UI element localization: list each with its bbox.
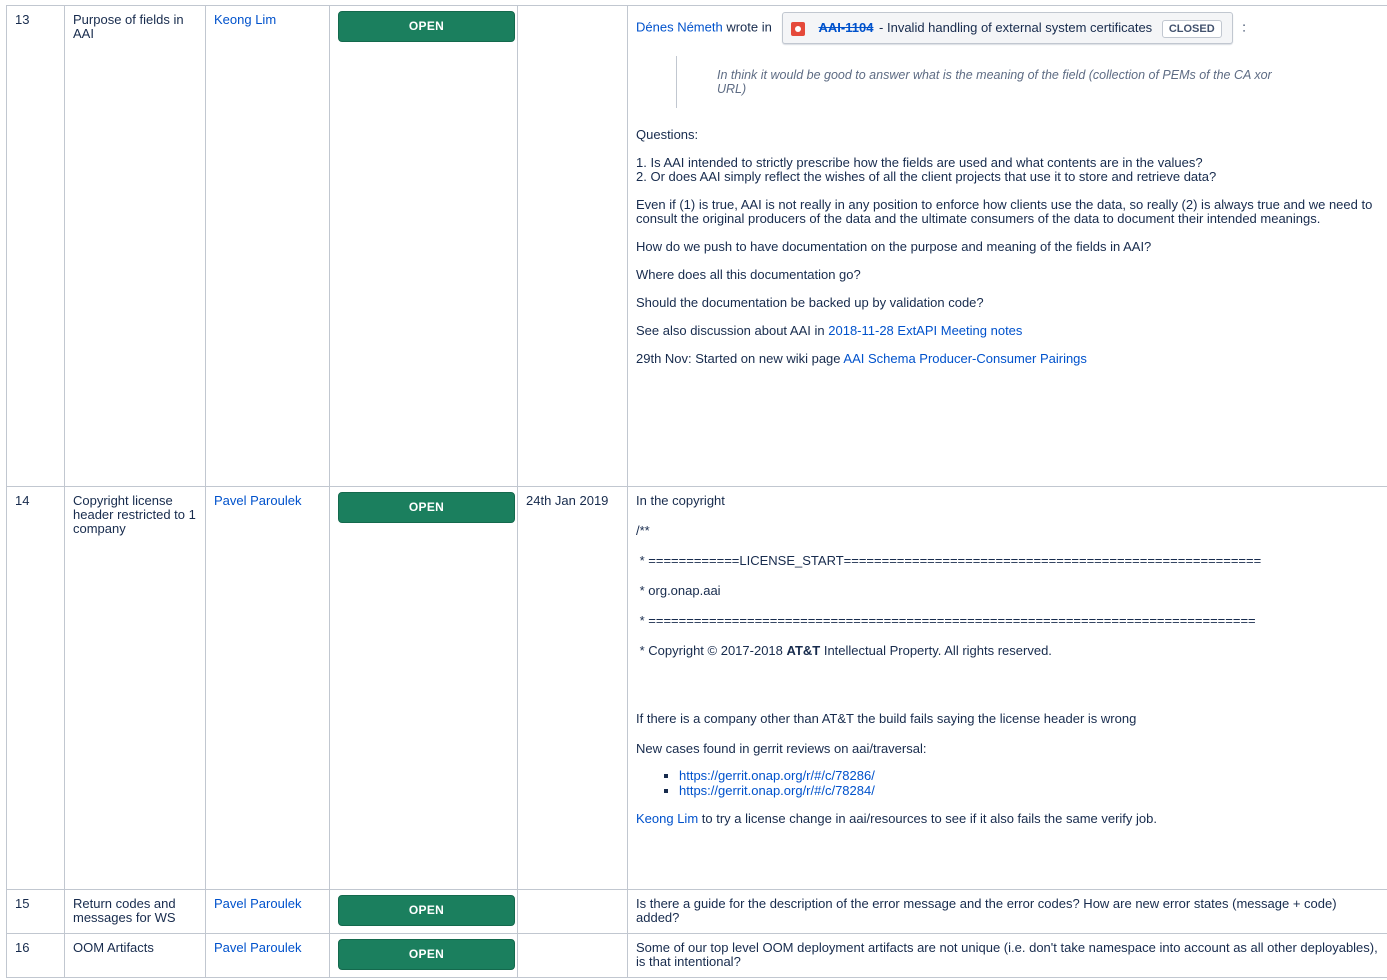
paragraph-where: Where does all this documentation go?: [636, 267, 861, 282]
date-cell: [517, 889, 628, 934]
table-row: 16 OOM Artifacts Pavel Paroulek OPEN Som…: [6, 933, 1387, 978]
paragraph-new-cases: New cases found in gerrit reviews on aai…: [636, 741, 927, 756]
code-line-1: /**: [636, 523, 650, 538]
nov-text: 29th Nov: Started on new wiki page: [636, 351, 841, 366]
status-lozenge: OPEN: [338, 939, 515, 970]
notes-cell: Some of our top level OOM deployment art…: [627, 933, 1387, 978]
status-cell: OPEN: [329, 889, 518, 934]
paragraph-see-also: See also discussion about AAI in 2018-11…: [636, 324, 1379, 338]
license-change-text: to try a license change in aai/resources…: [698, 811, 1157, 826]
notes-cell: In the copyright /** * ============LICEN…: [627, 486, 1387, 890]
quote-block: In think it would be good to answer what…: [676, 56, 1277, 108]
owner-link[interactable]: Pavel Paroulek: [214, 493, 301, 508]
bug-icon: [790, 21, 805, 36]
row-number: 13: [6, 5, 65, 487]
issues-table: 13 Purpose of fields in AAI Keong Lim OP…: [6, 5, 1387, 978]
status-lozenge: OPEN: [338, 492, 515, 523]
code-line-2: * ============LICENSE_START=============…: [636, 553, 1262, 568]
copyright-suffix: Intellectual Property. All rights reserv…: [820, 643, 1052, 658]
wiki-page-link[interactable]: AAI Schema Producer-Consumer Pairings: [843, 351, 1087, 366]
topic-cell: Copyright license header restricted to 1…: [64, 486, 206, 890]
code-line-5: * Copyright © 2017-2018 AT&T Intellectua…: [636, 644, 1379, 658]
date-cell: [517, 5, 628, 487]
gerrit-link[interactable]: https://gerrit.onap.org/r/#/c/78286/: [679, 768, 875, 783]
date-cell: [517, 933, 628, 978]
question-1: 1. Is AAI intended to strictly prescribe…: [636, 155, 1203, 170]
status-lozenge: OPEN: [338, 895, 515, 926]
table-row: 14 Copyright license header restricted t…: [6, 486, 1387, 890]
owner-link[interactable]: Pavel Paroulek: [214, 940, 301, 955]
see-also-text: See also discussion about AAI in: [636, 323, 825, 338]
paragraph-nov: 29th Nov: Started on new wiki page AAI S…: [636, 352, 1379, 366]
status-cell: OPEN: [329, 5, 518, 487]
code-line-4: * ======================================…: [636, 613, 1256, 628]
jira-issue-macro[interactable]: AAI-1104 - Invalid handling of external …: [781, 12, 1233, 44]
date-cell: 24th Jan 2019: [517, 486, 628, 890]
row-number: 14: [6, 486, 65, 890]
colon-text: :: [1242, 19, 1246, 35]
gerrit-link[interactable]: https://gerrit.onap.org/r/#/c/78284/: [679, 783, 875, 798]
row-number: 16: [6, 933, 65, 978]
table-row: 15 Return codes and messages for WS Pave…: [6, 889, 1387, 934]
jira-issue-key[interactable]: AAI-1104: [819, 20, 874, 35]
table-row: 13 Purpose of fields in AAI Keong Lim OP…: [6, 5, 1387, 487]
list-item: https://gerrit.onap.org/r/#/c/78286/: [679, 768, 1379, 783]
owner-cell: Pavel Paroulek: [205, 889, 330, 934]
questions-list: 1. Is AAI intended to strictly prescribe…: [636, 156, 1379, 184]
paragraph-build-fails: If there is a company other than AT&T th…: [636, 711, 1137, 726]
questions-label: Questions:: [636, 127, 699, 142]
notes-cell: Dénes Németh wrote in AAI-1104 - Invalid…: [627, 5, 1387, 487]
paragraph-even-if: Even if (1) is true, AAI is not really i…: [636, 197, 1373, 226]
notes-cell: Is there a guide for the description of …: [627, 889, 1387, 934]
row-number: 15: [6, 889, 65, 934]
paragraph-license-change: Keong Lim to try a license change in aai…: [636, 812, 1379, 826]
jira-status-badge: CLOSED: [1161, 20, 1222, 38]
owner-link[interactable]: Keong Lim: [214, 12, 276, 27]
list-item: https://gerrit.onap.org/r/#/c/78284/: [679, 783, 1379, 798]
code-line-3: * org.onap.aai: [636, 583, 721, 598]
gerrit-links-list: https://gerrit.onap.org/r/#/c/78286/ htt…: [636, 768, 1379, 798]
mention-link[interactable]: Keong Lim: [636, 811, 698, 826]
topic-cell: OOM Artifacts: [64, 933, 206, 978]
jira-issue-title: - Invalid handling of external system ce…: [879, 20, 1153, 35]
copyright-company: AT&T: [786, 643, 821, 658]
status-cell: OPEN: [329, 933, 518, 978]
owner-cell: Keong Lim: [205, 5, 330, 487]
owner-cell: Pavel Paroulek: [205, 486, 330, 890]
meeting-notes-link[interactable]: 2018-11-28 ExtAPI Meeting notes: [828, 323, 1022, 338]
author-link[interactable]: Dénes Németh: [636, 19, 723, 34]
topic-cell: Purpose of fields in AAI: [64, 5, 206, 487]
status-lozenge: OPEN: [338, 11, 515, 42]
copyright-prefix: * Copyright © 2017-2018: [636, 643, 787, 658]
paragraph-push: How do we push to have documentation on …: [636, 239, 1152, 254]
status-cell: OPEN: [329, 486, 518, 890]
owner-cell: Pavel Paroulek: [205, 933, 330, 978]
wrote-in-text: wrote in: [726, 19, 772, 35]
paragraph-backed: Should the documentation be backed up by…: [636, 295, 984, 310]
paragraph-copyright-intro: In the copyright: [636, 493, 725, 508]
topic-cell: Return codes and messages for WS: [64, 889, 206, 934]
owner-link[interactable]: Pavel Paroulek: [214, 896, 301, 911]
question-2: 2. Or does AAI simply reflect the wishes…: [636, 169, 1217, 184]
